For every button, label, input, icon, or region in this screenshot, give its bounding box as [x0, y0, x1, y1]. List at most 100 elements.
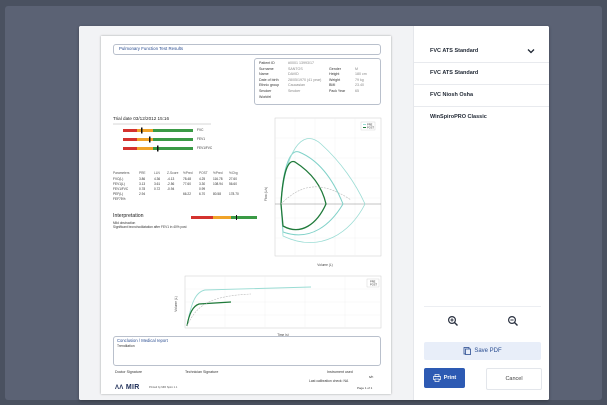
divider [424, 306, 541, 307]
cancel-label: Cancel [505, 376, 523, 382]
patient-value: 180 cm [355, 72, 367, 77]
flow-volume-graph: PRE POST Volume (L) Flow (L/s) [264, 117, 382, 267]
table-cell: 3.61 [154, 182, 161, 186]
page-number: Page 1 of 1 [357, 386, 373, 390]
patient-label: Smoker [259, 89, 272, 93]
table-header-cell: PRE [139, 171, 146, 175]
table-header-cell: Parameters [113, 171, 130, 175]
zscore-marker [149, 136, 151, 143]
volume-time-graph: PRE POST Time (s) Volume (L) [174, 275, 382, 337]
patient-label: Height [329, 72, 340, 77]
patient-label: Workfel [259, 94, 272, 99]
print-dialog: Pulmonary Function Test Results Patient … [79, 26, 549, 400]
patient-label: Name [259, 72, 269, 77]
chevron-down-icon [527, 49, 535, 54]
graph1-xlabel: Volume (L) [317, 263, 332, 267]
table-cell: 178.70 [229, 192, 239, 196]
format-option-fvc-ats[interactable]: FVC ATS Standard [414, 62, 549, 85]
last-calibration: Last calibration check: NA [309, 379, 349, 383]
format-option-label: WinSpiroPRO Classic [430, 114, 487, 120]
report-format-selected: FVC ATS Standard [430, 48, 479, 54]
table-cell: 6.70 [199, 192, 206, 196]
patient-value: Caucasian [288, 83, 305, 88]
zscore-marker [157, 145, 159, 152]
zscore-segment [137, 147, 153, 150]
patient-value: DAVID [288, 72, 299, 77]
interpretation-title: Interpretation [113, 213, 144, 219]
table-cell: 3.86 [139, 177, 146, 181]
table-cell: 4.25 [199, 177, 206, 181]
pdf-icon [463, 347, 472, 355]
doctor-signature: Doctor Signature [115, 370, 142, 374]
zscore-bar-label: FVC [197, 127, 204, 132]
save-pdf-label: Save PDF [474, 348, 502, 354]
table-cell: FEF75% [113, 197, 126, 201]
table-cell: 78.48 [183, 177, 191, 181]
instrument-sn: s/n [369, 375, 374, 379]
format-option-fvc-niosh[interactable]: FVC Niosh Osha [414, 84, 549, 107]
patient-value: #0001 13993/17 [288, 61, 314, 65]
zscore-segment [153, 138, 193, 141]
trial-date: Trial date 03/12/2012 15:16 [113, 116, 170, 121]
report-preview-area[interactable]: Pulmonary Function Test Results Patient … [79, 26, 413, 400]
print-label: Print [443, 375, 457, 381]
patient-value: SANTOS [288, 66, 303, 71]
zscore-marker [141, 127, 143, 134]
graph2-legend-post: POST [370, 283, 377, 287]
save-pdf-button[interactable]: Save PDF [424, 342, 541, 360]
table-cell: 116.78 [213, 177, 223, 181]
graph1-legend-post: POST [367, 125, 374, 129]
conclusion-title: Conclusion / Medical report [117, 338, 168, 343]
zoom-out-button[interactable] [484, 308, 541, 334]
zscore-bar-label: FEV1 [197, 136, 205, 141]
table-cell: 66.22 [183, 192, 191, 196]
patient-value: 23.40 [355, 83, 364, 88]
print-options-panel: FVC ATS Standard FVC ATS Standard FVC Ni… [413, 26, 549, 400]
zscore-bars [113, 123, 211, 152]
table-cell: -0.94 [167, 187, 175, 191]
patient-label: Date of birth [259, 77, 279, 82]
table-header-cell: Z-Score [167, 171, 179, 175]
technician-signature: Technician Signature [185, 370, 219, 374]
conclusion-text: Trendilation [117, 344, 135, 348]
patient-value: 79 kg [355, 77, 364, 82]
table-header-cell: %Chg [229, 171, 238, 175]
print-button[interactable]: Print [424, 368, 465, 388]
cancel-button[interactable]: Cancel [486, 368, 542, 390]
graph2-ylabel: Volume (L) [174, 296, 178, 311]
table-cell: 77.60 [183, 182, 191, 186]
table-cell: 80.58 [213, 192, 221, 196]
patient-label: BMI [329, 83, 336, 88]
format-option-winspiro[interactable]: WinSpiroPRO Classic [414, 106, 549, 128]
zscore-segment [153, 147, 193, 150]
zoom-in-button[interactable] [424, 308, 481, 334]
zscore-segment [153, 129, 193, 132]
patient-label: Ethnic group [259, 83, 280, 88]
instrument-used: Instrument used [327, 370, 353, 374]
table-cell: 4.36 [154, 177, 161, 181]
table-cell: PEF(L) [113, 192, 124, 196]
patient-label: Gender [329, 66, 341, 71]
mir-logo: ΛΛ MIR [115, 384, 140, 391]
table-header-cell: LLN [154, 171, 160, 175]
logo-text: MIR [125, 384, 140, 391]
report-page: Pulmonary Function Test Results Patient … [101, 36, 391, 394]
table-cell: 3.30 [199, 182, 206, 186]
zscore-segment [123, 147, 137, 150]
table-cell: FVC(L) [113, 177, 124, 181]
patient-value: Smoker [288, 89, 301, 93]
table-cell: 56.60 [229, 182, 237, 186]
zscore-segment [137, 129, 153, 132]
patient-label: Patient ID [259, 61, 275, 65]
patient-label: Weight [329, 77, 341, 82]
patient-value: 28/05/1970 (41 year) [288, 77, 322, 82]
zoom-out-icon [507, 315, 518, 326]
report-format-select[interactable]: FVC ATS Standard [414, 40, 549, 63]
table-cell: 0.78 [139, 187, 146, 191]
table-cell: 27.60 [229, 177, 237, 181]
modal-backdrop: Pulmonary Function Test Results Patient … [5, 6, 602, 400]
logo-mark: ΛΛ [115, 385, 124, 391]
patient-value: M [355, 66, 358, 71]
interpretation-line-2: Significant bronchodilatation after FEV1… [113, 225, 187, 229]
zscore-bar-label: FEV1/FVC [197, 145, 213, 150]
